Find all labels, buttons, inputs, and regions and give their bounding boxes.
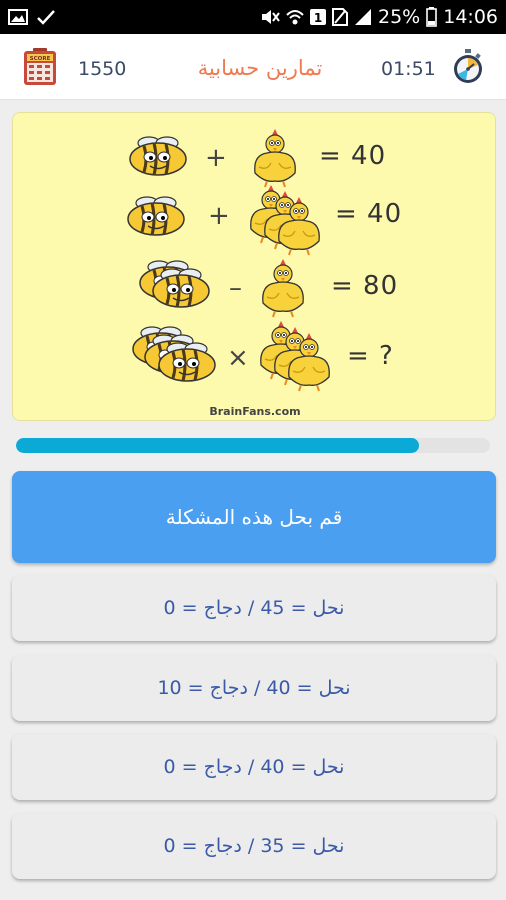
timer-value: 01:51	[381, 58, 436, 80]
svg-text:1: 1	[314, 11, 322, 25]
score-value: 1550	[78, 58, 127, 80]
question-card: قم بحل هذه المشكلة	[12, 471, 496, 563]
answer-option-1[interactable]: نحل = 45 / دجاج = 0	[12, 575, 496, 641]
chicken-icon	[261, 258, 305, 318]
chicken-icon	[253, 128, 297, 188]
equation-result: = 40	[335, 199, 403, 229]
operator: –	[229, 273, 242, 303]
progress-fill	[16, 438, 419, 453]
check-icon	[36, 9, 56, 25]
progress-bar	[16, 438, 490, 453]
score-board-icon[interactable]: SCORE	[23, 48, 57, 86]
app-header: SCORE 1550 تمارين حسابية 01:51	[0, 34, 506, 100]
equation-row-4: × = ?	[13, 320, 495, 392]
mute-icon	[260, 8, 280, 26]
equation-result: = 40	[319, 141, 387, 171]
answer-text: نحل = 35 / دجاج = 0	[163, 835, 345, 857]
equation-result: = 80	[331, 271, 399, 301]
answer-option-4[interactable]: نحل = 35 / دجاج = 0	[12, 813, 496, 879]
chicken-icon	[259, 320, 331, 392]
equation-row-3: – = 80	[13, 258, 495, 319]
operator: +	[205, 143, 227, 173]
bee-icon	[138, 259, 211, 309]
signal-icon	[354, 8, 372, 26]
sim-icon	[332, 8, 348, 26]
battery-icon	[426, 7, 438, 27]
answer-option-2[interactable]: نحل = 40 / دجاج = 10	[12, 655, 496, 721]
image-icon	[8, 9, 28, 25]
page-title: تمارين حسابية	[197, 56, 323, 80]
notification-badge-icon: 1	[310, 8, 326, 26]
equation-row-1: + = 40	[13, 128, 495, 189]
svg-text:SCORE: SCORE	[30, 56, 51, 62]
bee-icon	[126, 195, 186, 237]
answer-text: نحل = 45 / دجاج = 0	[163, 597, 345, 619]
operator: +	[208, 201, 230, 231]
operator: ×	[227, 343, 249, 373]
equation-result: = ?	[347, 341, 394, 371]
puzzle-image: + = 40 + = 40 – = 80 × = ? BrainFans.com	[12, 112, 496, 421]
bee-icon	[128, 135, 188, 177]
answer-option-3[interactable]: نحل = 40 / دجاج = 0	[12, 734, 496, 800]
watermark: BrainFans.com	[209, 405, 301, 418]
bee-icon	[131, 325, 217, 383]
battery-percent: 25%	[378, 6, 421, 28]
status-bar: 1 25% 14:06	[0, 0, 506, 34]
wifi-icon	[286, 8, 304, 26]
clock: 14:06	[443, 6, 498, 28]
equation-row-2: + = 40	[13, 184, 495, 256]
answer-text: نحل = 40 / دجاج = 10	[157, 677, 351, 699]
chicken-icon	[249, 184, 321, 256]
answer-text: نحل = 40 / دجاج = 0	[163, 756, 345, 778]
question-text: قم بحل هذه المشكلة	[165, 505, 343, 529]
stopwatch-icon	[452, 49, 484, 85]
